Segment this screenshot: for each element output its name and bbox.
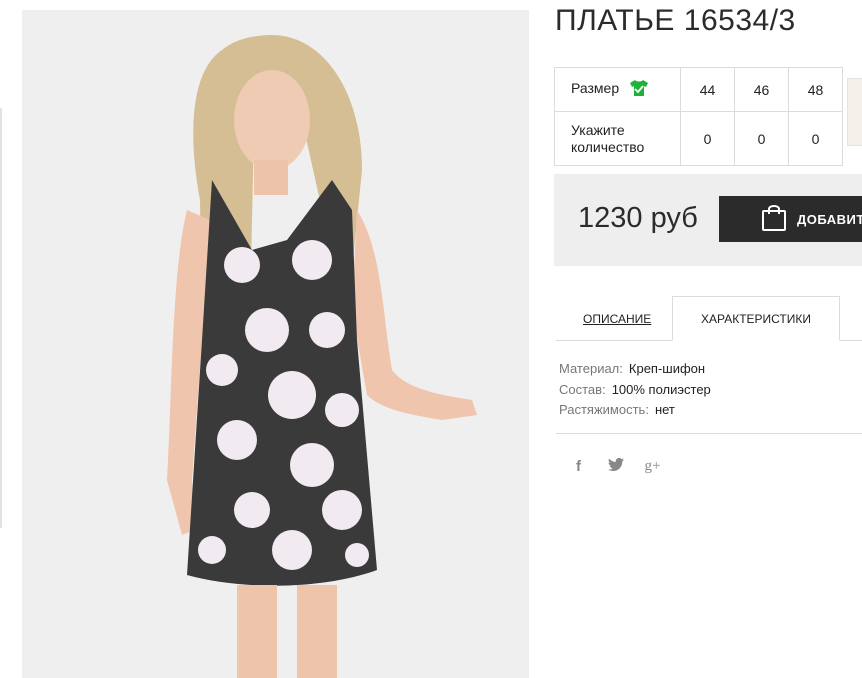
spec-key: Состав: — [559, 381, 606, 397]
spec-value: Креп-шифон — [628, 361, 706, 376]
product-photo[interactable] — [22, 10, 529, 678]
quantity-44[interactable]: 0 — [680, 111, 735, 166]
left-edge-strip — [0, 108, 2, 528]
spec-key: Растяжимость: — [559, 402, 649, 417]
social-share: f g+ — [570, 457, 661, 475]
spec-row-stretch: Растяжимость: нет — [559, 400, 711, 421]
size-label-cell: Размер — [554, 67, 681, 112]
size-46[interactable]: 46 — [734, 67, 789, 112]
product-title: ПЛАТЬЕ 16534/3 — [555, 4, 796, 37]
spec-value: 100% полиэстер — [611, 381, 711, 397]
size-48[interactable]: 48 — [788, 67, 843, 112]
size-label: Размер — [571, 80, 620, 97]
quantity-label: Укажите количество — [554, 111, 681, 166]
add-to-cart-label: ДОБАВИТЬ — [797, 211, 862, 227]
size-quantity-table: Размер 44 46 48 Укажите количество 0 0 0 — [554, 67, 843, 166]
spec-row-composition: Состав: 100% полиэстер — [559, 380, 711, 401]
quantity-48[interactable]: 0 — [788, 111, 843, 166]
size-44[interactable]: 44 — [680, 67, 735, 112]
product-thumbnail[interactable] — [847, 78, 862, 146]
price: 1230 руб — [578, 202, 698, 234]
dress-illustration — [22, 10, 529, 678]
add-to-cart-button[interactable]: ДОБАВИТЬ — [719, 196, 862, 242]
spec-value: нет — [654, 402, 675, 417]
shopping-bag-icon — [761, 203, 787, 236]
facebook-icon[interactable]: f — [570, 458, 587, 475]
spec-row-material: Материал: Креп-шифон — [559, 359, 711, 380]
specs-divider — [556, 433, 862, 434]
tab-characteristics[interactable]: ХАРАКТЕРИСТИКИ — [672, 296, 840, 341]
twitter-icon[interactable] — [607, 457, 624, 475]
size-chart-icon[interactable] — [630, 80, 649, 99]
tab-description[interactable]: ОПИСАНИЕ — [583, 312, 651, 326]
characteristics-list: Материал: Креп-шифон Состав: 100% полиэсте… — [559, 359, 711, 421]
quantity-46[interactable]: 0 — [734, 111, 789, 166]
product-tabs: ОПИСАНИЕ ХАРАКТЕРИСТИКИ — [556, 296, 862, 341]
price-box: 1230 руб ДОБАВИТЬ — [554, 174, 862, 266]
google-plus-icon[interactable]: g+ — [644, 458, 661, 475]
spec-key: Материал: — [559, 361, 623, 376]
